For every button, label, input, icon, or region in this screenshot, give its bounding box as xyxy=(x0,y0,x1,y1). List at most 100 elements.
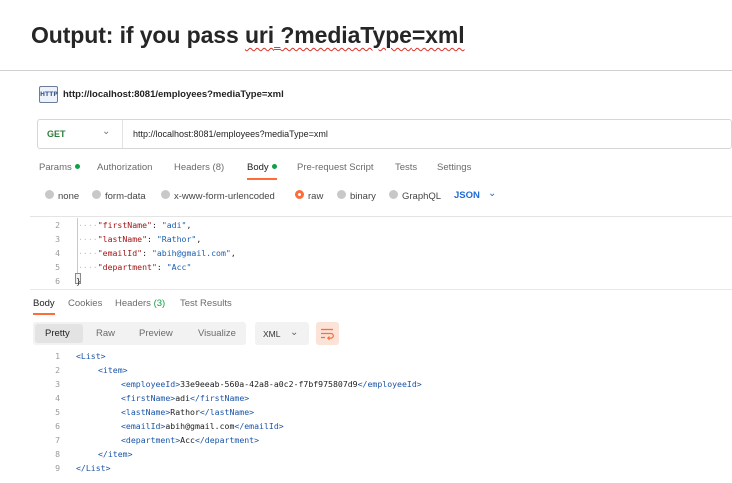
radio-form-data[interactable] xyxy=(92,190,101,199)
xml-line: <department>Acc</department> xyxy=(121,433,259,447)
status-dot xyxy=(74,164,80,169)
tab-label: Headers xyxy=(115,298,151,309)
radio-label-none[interactable]: none xyxy=(58,191,79,202)
xml-line: <employeeId>33e9eeab-560a-42a8-a0c2-f7bf… xyxy=(121,377,422,391)
line-number: 4 xyxy=(55,248,60,258)
view-visualize[interactable]: Visualize xyxy=(198,328,236,339)
radio-none[interactable] xyxy=(45,190,54,199)
xml-tag: <List> xyxy=(76,351,106,361)
json-value: "Rathor" xyxy=(156,234,197,244)
xml-tag: </firstName> xyxy=(190,393,250,403)
xml-text: Rathor xyxy=(170,407,200,417)
json-key: "department" xyxy=(97,262,157,272)
radio-raw[interactable] xyxy=(295,190,304,199)
xml-text: Acc xyxy=(180,435,195,445)
indent-dots: ···· xyxy=(78,220,98,230)
json-key: "lastName" xyxy=(97,234,148,244)
json-key: "firstName" xyxy=(97,220,152,230)
view-raw[interactable]: Raw xyxy=(96,328,115,339)
xml-tag: <employeeId> xyxy=(121,379,181,389)
indent-dots: ···· xyxy=(78,248,98,258)
xml-line: <List> xyxy=(76,349,106,363)
tab-pre-request-script[interactable]: Pre-request Script xyxy=(297,162,374,173)
json-line[interactable]: ····"lastName": "Rathor", xyxy=(78,232,201,246)
response-tab-body[interactable]: Body xyxy=(33,298,55,309)
line-number: 9 xyxy=(55,463,60,473)
http-request-icon: HTTP xyxy=(39,86,58,103)
line-number: 3 xyxy=(55,234,60,244)
xml-line: </item> xyxy=(98,447,133,461)
json-colon: : xyxy=(147,234,157,244)
xml-line: </List> xyxy=(76,461,111,475)
method-select[interactable]: GET xyxy=(47,129,66,139)
radio-urlencoded[interactable] xyxy=(161,190,170,199)
line-number: 2 xyxy=(55,220,60,230)
chevron-down-icon[interactable]: ⌄ xyxy=(102,126,110,137)
line-number: 6 xyxy=(55,276,60,286)
chevron-down-icon[interactable]: ⌄ xyxy=(290,327,298,338)
tab-authorization[interactable]: Authorization xyxy=(97,162,152,173)
request-title[interactable]: http://localhost:8081/employees?mediaTyp… xyxy=(63,89,284,100)
tab-label: Params xyxy=(39,162,72,173)
line-number: 6 xyxy=(55,421,60,431)
radio-label-urlencoded[interactable]: x-www-form-urlencoded xyxy=(174,191,275,202)
json-colon: : xyxy=(142,248,152,258)
response-tab-test-results[interactable]: Test Results xyxy=(180,298,232,309)
xml-text: adi xyxy=(175,393,191,403)
radio-binary[interactable] xyxy=(337,190,346,199)
xml-line: <item> xyxy=(98,363,128,377)
radio-label-binary[interactable]: binary xyxy=(350,191,376,202)
radio-label-raw[interactable]: raw xyxy=(308,191,323,202)
tab-headers[interactable]: Headers (8) xyxy=(174,162,224,173)
line-number: 4 xyxy=(55,393,60,403)
json-line[interactable]: ····"firstName": "adi", xyxy=(78,218,191,232)
status-dot xyxy=(271,164,277,169)
json-value: "Acc" xyxy=(166,262,192,272)
wrap-lines-icon xyxy=(321,328,334,340)
response-tab-cookies[interactable]: Cookies xyxy=(68,298,102,309)
url-input[interactable] xyxy=(133,129,533,139)
url-divider xyxy=(122,120,123,148)
tab-tests[interactable]: Tests xyxy=(395,162,417,173)
xml-tag: <department> xyxy=(121,435,181,445)
view-pretty[interactable]: Pretty xyxy=(45,328,70,339)
radio-graphql[interactable] xyxy=(389,190,398,199)
json-value: "adi" xyxy=(161,220,187,230)
response-divider xyxy=(30,289,732,290)
xml-tag: <item> xyxy=(98,365,128,375)
indent-dots: ···· xyxy=(78,234,98,244)
line-number: 3 xyxy=(55,379,60,389)
page-heading: Output: if you pass uri ?mediaType=xml xyxy=(31,22,465,49)
xml-tag: <lastName> xyxy=(121,407,171,417)
xml-tag: </department> xyxy=(194,435,260,445)
chevron-down-icon[interactable]: ⌄ xyxy=(488,188,496,199)
active-tab-indicator xyxy=(247,178,277,180)
json-line[interactable]: ····"emailId": "abih@gmail.com", xyxy=(78,246,236,260)
heading-prefix: Output: if you pass xyxy=(31,22,245,48)
body-format-select[interactable]: JSON xyxy=(454,190,480,201)
line-number: 8 xyxy=(55,449,60,459)
view-preview[interactable]: Preview xyxy=(139,328,173,339)
line-number: 5 xyxy=(55,407,60,417)
tab-params[interactable]: Params xyxy=(39,162,80,173)
xml-line: <lastName>Rathor</lastName> xyxy=(121,405,254,419)
json-closing-brace[interactable]: } xyxy=(76,274,81,288)
json-comma: , xyxy=(186,220,192,230)
xml-tag: </emailId> xyxy=(234,421,284,431)
xml-text: abih@gmail.com xyxy=(165,421,235,431)
tab-settings[interactable]: Settings xyxy=(437,162,471,173)
radio-label-form-data[interactable]: form-data xyxy=(105,191,146,202)
radio-label-graphql[interactable]: GraphQL xyxy=(402,191,441,202)
response-format-label[interactable]: XML xyxy=(263,329,280,339)
heading-suffix: =xml xyxy=(411,22,465,48)
json-comma: , xyxy=(230,248,236,258)
tab-label: Body xyxy=(247,162,269,173)
response-tab-headers[interactable]: Headers (3) xyxy=(115,298,165,309)
line-number: 7 xyxy=(55,435,60,445)
json-line[interactable]: ····"department": "Acc" xyxy=(78,260,191,274)
xml-tag: <emailId> xyxy=(121,421,166,431)
xml-tag: </item> xyxy=(98,449,133,459)
xml-tag: <firstName> xyxy=(121,393,176,403)
json-colon: : xyxy=(156,262,167,272)
tab-body[interactable]: Body xyxy=(247,162,277,173)
